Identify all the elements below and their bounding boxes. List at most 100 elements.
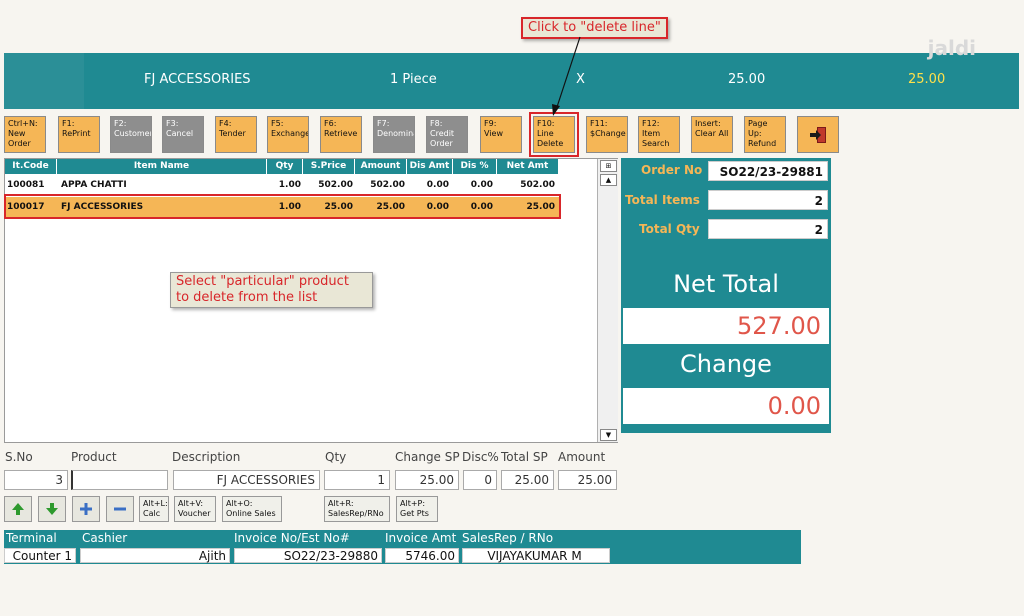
cell-name: APPA CHATTI — [61, 180, 127, 190]
col-header-net[interactable]: Net Amt — [497, 159, 559, 174]
tender-button[interactable]: F4: Tender — [215, 116, 257, 153]
cell-code: 100081 — [7, 180, 45, 190]
add-line-button[interactable] — [72, 496, 100, 522]
qty-input[interactable]: 1 — [324, 470, 390, 490]
salesrep-button[interactable]: Alt+R: SalesRep/RNo — [324, 496, 390, 522]
credit-order-button[interactable]: F8: Credit Order — [426, 116, 468, 153]
header-quantity: 1 Piece — [390, 72, 437, 87]
invoice-no-value: SO22/23-29880 — [234, 548, 382, 563]
customer-button[interactable]: F2: Customer — [110, 116, 152, 153]
order-no-value: SO22/23-29881 — [708, 161, 828, 181]
terminal-label: Terminal — [6, 531, 57, 545]
total-qty-value: 2 — [708, 219, 828, 239]
total-sp-field[interactable]: 25.00 — [501, 470, 554, 490]
view-button[interactable]: F9: View — [480, 116, 522, 153]
cell-price: 502.00 — [318, 180, 353, 190]
col-header-disamt[interactable]: Dis Amt — [407, 159, 453, 174]
header-total: 25.00 — [908, 72, 946, 87]
scroll-down-icon[interactable]: ▼ — [600, 429, 617, 441]
col-header-price[interactable]: S.Price — [303, 159, 355, 174]
col-header-name[interactable]: Item Name — [57, 159, 267, 174]
salesrep-label: SalesRep / RNo — [462, 531, 554, 545]
cashier-label: Cashier — [82, 531, 128, 545]
invoice-amt-label: Invoice Amt — [385, 531, 457, 545]
remove-line-button[interactable] — [106, 496, 134, 522]
exit-icon — [810, 126, 826, 143]
column-chooser-icon[interactable]: ⊞ — [600, 160, 617, 172]
watermark-logo: jaldi — [927, 36, 976, 60]
cashier-value: Ajith — [80, 548, 230, 563]
description-label: Description — [172, 450, 241, 464]
col-header-amount[interactable]: Amount — [355, 159, 407, 174]
plus-icon — [80, 503, 92, 515]
change-value: 0.00 — [623, 388, 829, 424]
salesrep-value: VIJAYAKUMAR M — [462, 548, 610, 563]
exit-button[interactable] — [797, 116, 839, 153]
get-points-button[interactable]: Alt+P: Get Pts — [396, 496, 438, 522]
sno-field[interactable]: 3 — [4, 470, 68, 490]
description-field[interactable]: FJ ACCESSORIES — [173, 470, 320, 490]
minus-icon — [114, 507, 126, 511]
grid-scrollbar[interactable]: ⊞ ▲ ▼ — [597, 159, 618, 442]
cell-disamt: 0.00 — [426, 180, 449, 190]
amount-label: Amount — [558, 450, 606, 464]
net-total-value: 527.00 — [623, 308, 829, 344]
exchange-button[interactable]: F5: Exchange — [267, 116, 309, 153]
cell-qty: 1.00 — [278, 180, 301, 190]
product-input[interactable] — [71, 470, 168, 490]
reprint-button[interactable]: F1: RePrint — [58, 116, 100, 153]
disc-input[interactable]: 0 — [463, 470, 497, 490]
header-product-name: FJ ACCESSORIES — [144, 72, 251, 87]
summary-panel: Order No SO22/23-29881 Total Items 2 Tot… — [621, 158, 831, 433]
change-sp-label: Change SP — [395, 450, 460, 464]
arrow-up-icon — [12, 503, 24, 515]
footer-bar: Terminal Cashier Invoice No/Est No# Invo… — [4, 530, 801, 564]
move-down-button[interactable] — [38, 496, 66, 522]
qty-label: Qty — [325, 450, 347, 464]
denomination-button[interactable]: F7: Denomina — [373, 116, 415, 153]
selected-row-highlight — [4, 194, 561, 219]
scroll-up-icon[interactable]: ▲ — [600, 174, 617, 186]
product-label: Product — [71, 450, 117, 464]
cell-dispct: 0.00 — [470, 180, 493, 190]
total-sp-label: Total SP — [501, 450, 548, 464]
col-header-dispct[interactable]: Dis % — [453, 159, 497, 174]
new-order-button[interactable]: Ctrl+N: New Order — [4, 116, 46, 153]
invoice-amt-value: 5746.00 — [385, 548, 459, 563]
line-delete-button[interactable]: F10: Line Delete — [529, 112, 579, 157]
terminal-value: Counter 1 — [4, 548, 76, 563]
total-items-label: Total Items — [625, 193, 700, 207]
logo-placeholder — [4, 53, 84, 109]
cell-amount: 502.00 — [370, 180, 405, 190]
delete-line-callout: Click to "delete line" — [521, 17, 668, 39]
arrow-down-icon — [46, 503, 58, 515]
col-header-qty[interactable]: Qty — [267, 159, 303, 174]
sno-label: S.No — [5, 450, 33, 464]
invoice-no-label: Invoice No/Est No# — [234, 531, 350, 545]
clear-all-button[interactable]: Insert: Clear All — [691, 116, 733, 153]
refund-button[interactable]: Page Up: Refund — [744, 116, 786, 153]
item-search-button[interactable]: F12: Item Search — [638, 116, 680, 153]
grid-header: It.Code Item Name Qty S.Price Amount Dis… — [5, 159, 559, 174]
cell-net: 502.00 — [520, 180, 555, 190]
total-qty-label: Total Qty — [639, 222, 700, 236]
cancel-button[interactable]: F3: Cancel — [162, 116, 204, 153]
retrieve-button[interactable]: F6: Retrieve — [320, 116, 362, 153]
disc-label: Disc% — [462, 450, 499, 464]
net-total-label: Net Total — [673, 270, 779, 298]
select-product-callout: Select "particular" product to delete fr… — [170, 272, 373, 308]
table-row[interactable]: 100081 APPA CHATTI 1.00 502.00 502.00 0.… — [5, 175, 559, 195]
header-multiply: X — [576, 72, 585, 87]
col-header-code[interactable]: It.Code — [5, 159, 57, 174]
voucher-button[interactable]: Alt+V: Voucher — [174, 496, 216, 522]
online-sales-button[interactable]: Alt+O: Online Sales — [222, 496, 282, 522]
order-no-label: Order No — [641, 163, 703, 177]
change-sp-input[interactable]: 25.00 — [395, 470, 459, 490]
calc-button[interactable]: Alt+L: Calc — [139, 496, 169, 522]
move-up-button[interactable] — [4, 496, 32, 522]
product-header-bar: FJ ACCESSORIES 1 Piece X 25.00 25.00 — [4, 53, 1019, 109]
change-label: Change — [680, 350, 772, 378]
amount-field[interactable]: 25.00 — [558, 470, 617, 490]
total-items-value: 2 — [708, 190, 828, 210]
change-button[interactable]: F11: $Change — [586, 116, 628, 153]
